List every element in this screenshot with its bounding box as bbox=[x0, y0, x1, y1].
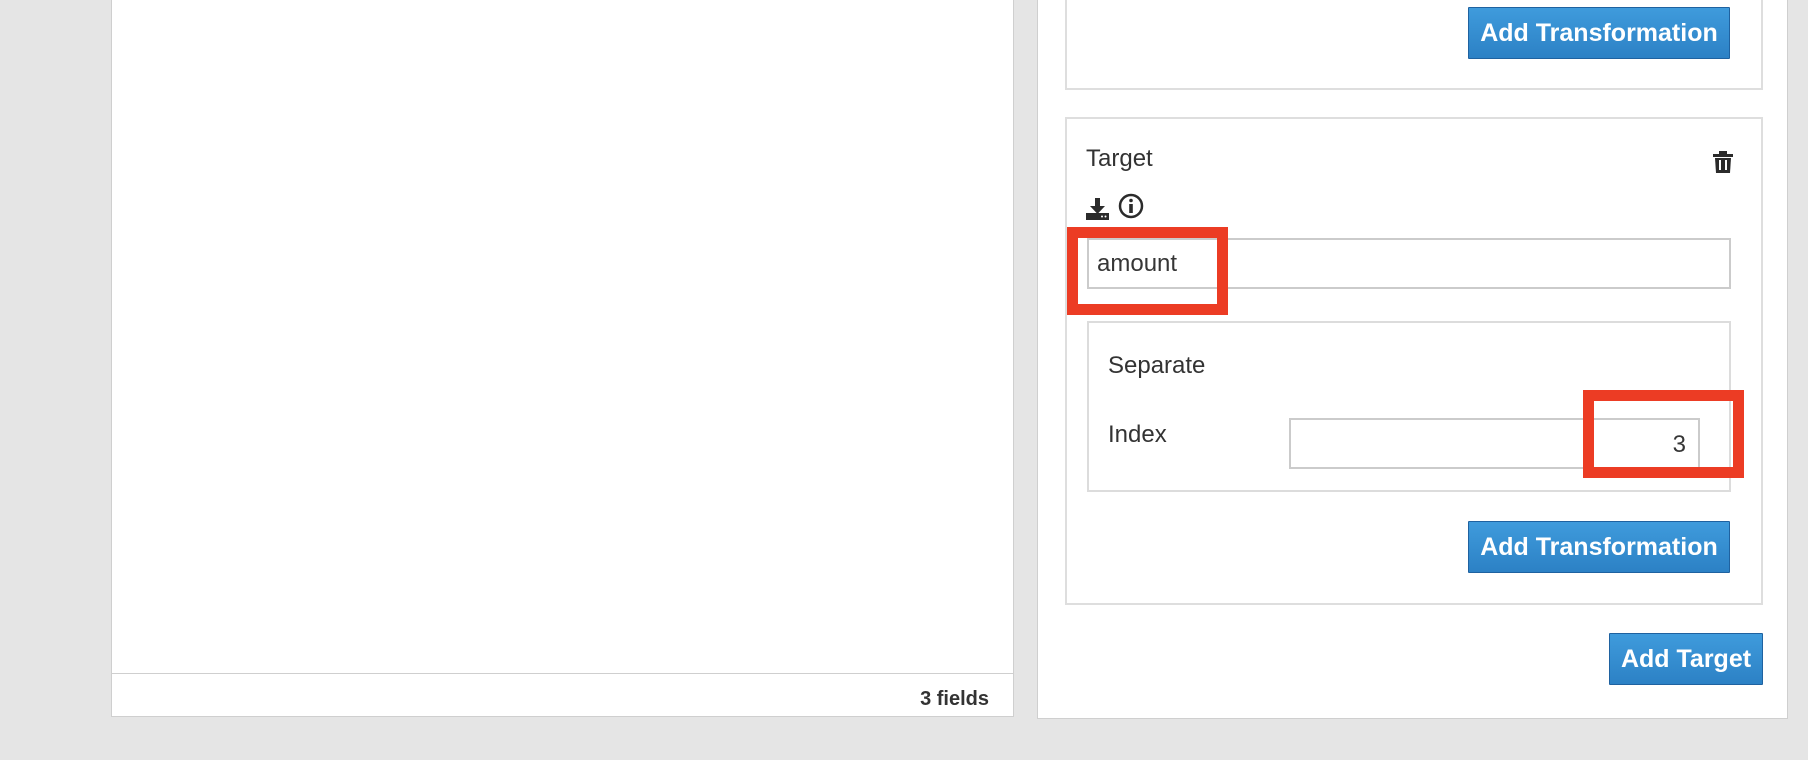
previous-mapping-card: Add Transformation bbox=[1065, 0, 1763, 90]
target-card: Target amount Separate Index 3 Add Trans… bbox=[1065, 117, 1763, 605]
separate-transformation: Separate Index 3 bbox=[1087, 321, 1731, 492]
info-icon[interactable] bbox=[1118, 193, 1144, 219]
download-icon[interactable] bbox=[1086, 198, 1109, 220]
transformation-title: Separate bbox=[1108, 352, 1206, 379]
source-panel-footer: 3 fields bbox=[112, 673, 1013, 716]
add-transformation-button[interactable]: Add Transformation bbox=[1468, 521, 1730, 573]
fields-count: 3 fields bbox=[920, 688, 989, 710]
trash-icon[interactable] bbox=[1713, 151, 1733, 173]
source-fields-panel: 3 fields bbox=[111, 0, 1014, 717]
mapping-details-panel: Add Transformation Target amount Separat… bbox=[1037, 0, 1788, 719]
target-field-input[interactable]: amount bbox=[1087, 238, 1731, 289]
index-label: Index bbox=[1108, 421, 1167, 448]
add-target-button[interactable]: Add Target bbox=[1609, 633, 1763, 685]
add-transformation-button[interactable]: Add Transformation bbox=[1468, 7, 1730, 59]
target-title: Target bbox=[1086, 145, 1153, 172]
index-input[interactable]: 3 bbox=[1289, 418, 1700, 469]
